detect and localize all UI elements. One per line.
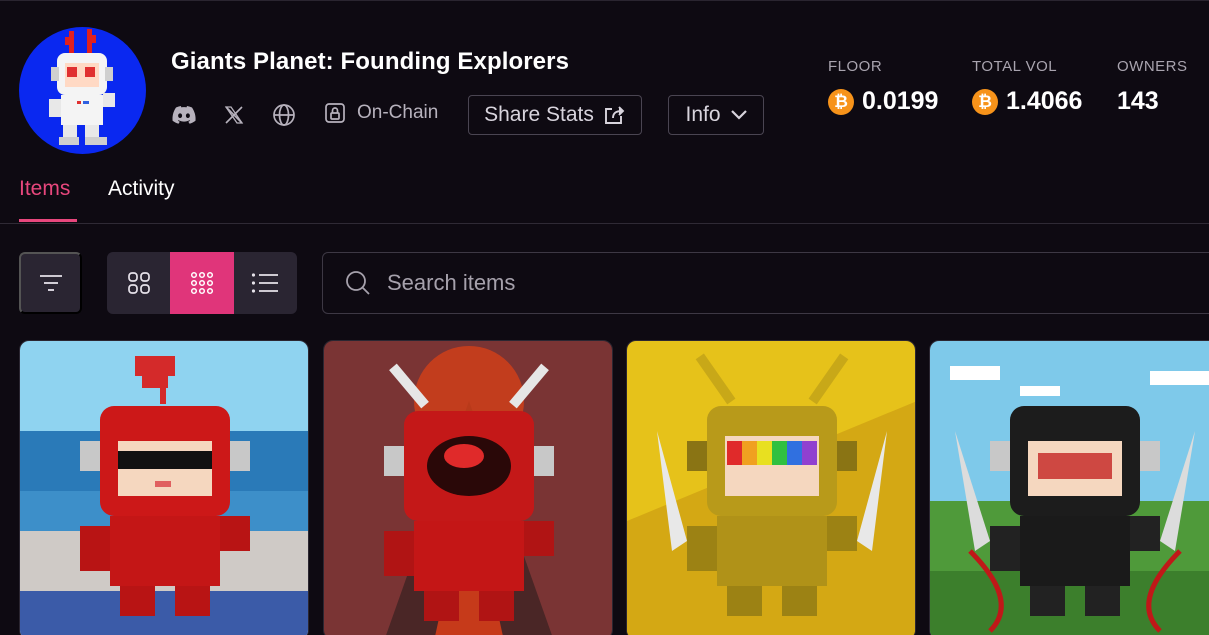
item-image-red-heart [20,341,308,635]
stat-total-vol-value: 1.4066 [1006,87,1083,115]
info-label: Info [685,103,721,126]
top-border [0,0,1209,1]
large-grid-view-button[interactable] [107,252,170,314]
bitcoin-icon: ₿ [972,88,998,115]
onchain-icon [325,103,345,123]
stat-owners: OWNERS 143 [1117,58,1188,116]
small-grid-icon [190,271,213,295]
onchain-badge: On-Chain [323,101,438,125]
list-view-button[interactable] [234,252,297,314]
stat-total-vol: TOTAL VOL ₿ 1.4066 [972,58,1082,116]
large-grid-icon [127,272,150,294]
share-stats-button[interactable]: Share Stats [468,95,642,135]
stat-floor-label: FLOOR [828,58,883,75]
tab-items[interactable]: Items [19,177,70,201]
item-card[interactable] [626,340,916,635]
item-card[interactable] [19,340,309,635]
stat-owners-value: 143 [1117,87,1159,115]
list-icon [252,273,279,293]
item-image-gold-rainbow [627,341,915,635]
view-mode-toggle [107,252,297,314]
chevron-down-icon [730,110,747,120]
tab-activity[interactable]: Activity [108,177,175,201]
item-image-red-volcano [324,341,612,635]
stat-owners-label: OWNERS [1117,58,1188,75]
search-bar [322,252,1209,314]
item-card[interactable] [323,340,613,635]
share-icon [604,106,625,124]
share-stats-label: Share Stats [484,103,594,126]
search-input[interactable] [387,270,887,296]
item-image-black-meadow [930,341,1209,635]
collection-title: Giants Planet: Founding Explorers [171,48,570,75]
stat-total-vol-label: TOTAL VOL [972,58,1058,75]
collection-avatar [19,27,146,154]
globe-icon[interactable] [271,102,297,128]
item-card[interactable] [929,340,1209,635]
active-tab-indicator [19,219,77,222]
bitcoin-icon: ₿ [828,88,854,115]
small-grid-view-button[interactable] [170,252,234,314]
stat-floor-value: 0.0199 [862,87,939,115]
filter-button[interactable] [19,252,82,314]
x-icon[interactable] [221,102,247,128]
tab-divider [0,223,1209,224]
filter-icon [39,275,62,291]
onchain-label: On-Chain [357,102,439,123]
info-dropdown-button[interactable]: Info [668,95,764,135]
search-icon [346,271,370,295]
discord-icon[interactable] [171,102,197,128]
stat-floor: FLOOR ₿ 0.0199 [828,58,938,116]
